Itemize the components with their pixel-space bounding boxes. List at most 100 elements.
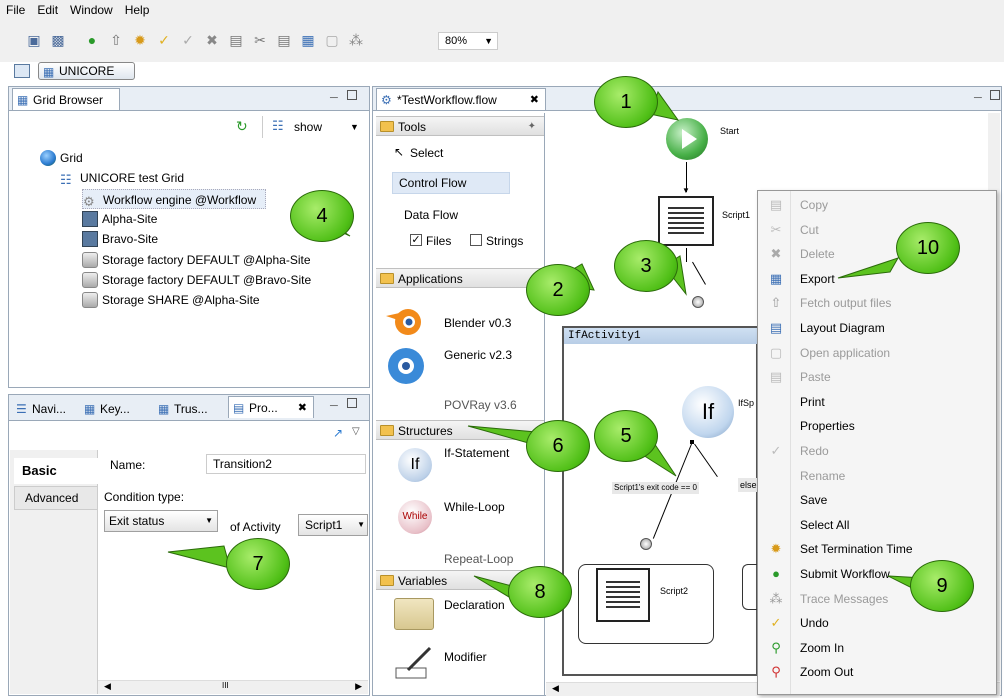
merge-node-icon[interactable] xyxy=(640,538,652,550)
palette-blender[interactable]: Blender v0.3 xyxy=(444,316,511,330)
export-icon[interactable]: ▦ xyxy=(300,32,316,48)
maximize-icon[interactable] xyxy=(990,90,1000,100)
save-all-icon[interactable]: ▩ xyxy=(50,32,66,48)
scroll-thumb[interactable]: III xyxy=(222,681,229,690)
scroll-left-icon[interactable]: ◀ xyxy=(552,683,559,694)
pin-view-icon[interactable]: ↗ xyxy=(333,426,343,440)
menu-item-undo[interactable]: ✓ Undo xyxy=(758,611,996,636)
scroll-left-icon[interactable]: ◀ xyxy=(104,681,111,692)
menu-item-properties[interactable]: Properties xyxy=(758,414,996,439)
menu-item-fetch-output[interactable]: ⇧ Fetch output files xyxy=(758,291,996,316)
view-menu-icon[interactable]: ▽ xyxy=(352,426,360,437)
palette-modifier[interactable]: Modifier xyxy=(444,650,487,664)
palette-structures-header[interactable]: Structures xyxy=(376,420,544,440)
minimize-icon[interactable]: ─ xyxy=(330,92,338,104)
merge-node-icon[interactable] xyxy=(692,296,704,308)
tree-item-workflow-engine[interactable]: ⚙ Workflow engine @Workflow xyxy=(82,189,266,209)
tree-item-alpha-site[interactable]: Alpha-Site xyxy=(82,209,157,229)
scroll-right-icon[interactable]: ▶ xyxy=(355,681,362,692)
palette-select[interactable]: ↖ Select xyxy=(394,145,443,160)
menu-item-zoom-in[interactable]: ⚲ Zoom In xyxy=(758,636,996,661)
tab-basic[interactable]: Basic xyxy=(14,458,98,484)
open-app-icon[interactable]: ▢ xyxy=(324,32,340,48)
tab-properties[interactable]: ▤ Pro... ✖ xyxy=(228,396,314,418)
palette-repeat-loop[interactable]: Repeat-Loop xyxy=(444,552,513,566)
refresh-icon[interactable]: ↻ xyxy=(236,118,248,135)
palette-generic[interactable]: Generic v2.3 xyxy=(444,348,512,362)
zoom-select[interactable]: 80% ▼ xyxy=(438,32,498,50)
palette-control-flow[interactable]: Control Flow xyxy=(392,172,510,194)
palette-povray[interactable]: POVRay v3.6 xyxy=(444,398,517,412)
tree-item-grid[interactable]: Grid xyxy=(40,148,83,168)
paste-icon[interactable]: ▤ xyxy=(276,32,292,48)
else-branch-box[interactable] xyxy=(742,564,758,610)
menu-item-layout-diagram[interactable]: ▤ Layout Diagram xyxy=(758,316,996,341)
strings-checkbox[interactable] xyxy=(470,234,482,246)
menu-item-delete[interactable]: ✖ Delete xyxy=(758,242,996,267)
tab-grid-browser[interactable]: ▦ Grid Browser xyxy=(12,88,120,110)
close-icon[interactable]: ✖ xyxy=(530,89,539,111)
tab-keystore[interactable]: ▦ Key... xyxy=(80,398,152,420)
else-label[interactable]: else xyxy=(738,478,759,492)
tree-item-storage-alpha[interactable]: Storage factory DEFAULT @Alpha-Site xyxy=(82,250,311,270)
tab-navigator[interactable]: ☰ Navi... xyxy=(12,398,78,420)
tree-item-bravo-site[interactable]: Bravo-Site xyxy=(82,229,158,249)
show-button[interactable]: show xyxy=(294,120,322,134)
tab-truststore[interactable]: ▦ Trus... xyxy=(154,398,226,420)
menu-file[interactable]: File xyxy=(0,3,31,17)
minimize-icon[interactable]: ─ xyxy=(974,92,982,104)
copy-icon[interactable]: ▤ xyxy=(228,32,244,48)
palette-data-flow[interactable]: Data Flow xyxy=(404,208,458,222)
fetch-icon[interactable]: ⇧ xyxy=(108,32,124,48)
menu-item-zoom-out[interactable]: ⚲ Zoom Out xyxy=(758,660,996,685)
cut-icon[interactable]: ✂ xyxy=(252,32,268,48)
undo-icon[interactable]: ✓ xyxy=(156,32,172,48)
activity-select[interactable]: Script1 ▼ xyxy=(298,514,368,536)
condition-label[interactable]: Script1's exit code == 0 xyxy=(612,482,699,494)
menu-item-print[interactable]: Print xyxy=(758,390,996,415)
chevron-down-icon[interactable]: ▼ xyxy=(350,122,359,132)
menu-item-set-termination-time[interactable]: ✹ Set Termination Time xyxy=(758,537,996,562)
palette-declaration[interactable]: Declaration xyxy=(444,598,505,612)
close-icon[interactable]: ✖ xyxy=(298,397,307,419)
tree-item-storage-share[interactable]: Storage SHARE @Alpha-Site xyxy=(82,290,260,310)
trace-icon[interactable]: ⁂ xyxy=(348,32,364,48)
menu-item-paste[interactable]: ▤ Paste xyxy=(758,365,996,390)
menu-item-select-all[interactable]: Select All xyxy=(758,513,996,538)
palette-tools-header[interactable]: Tools ✦ xyxy=(376,116,544,136)
perspective-unicore[interactable]: ▦ UNICORE xyxy=(38,62,135,80)
menu-item-cut[interactable]: ✂ Cut xyxy=(758,218,996,243)
redo-icon[interactable]: ✓ xyxy=(180,32,196,48)
start-node-icon[interactable] xyxy=(666,118,708,160)
menu-window[interactable]: Window xyxy=(64,3,119,17)
menu-item-export[interactable]: ▦ Export xyxy=(758,267,996,292)
submit-icon[interactable]: ● xyxy=(84,32,100,48)
menu-help[interactable]: Help xyxy=(119,3,156,17)
menu-item-save[interactable]: Save xyxy=(758,488,996,513)
menu-item-redo[interactable]: ✓ Redo xyxy=(758,439,996,464)
palette-if-statement[interactable]: If-Statement xyxy=(444,446,509,460)
pin-icon[interactable]: ✦ xyxy=(528,117,536,137)
tab-advanced[interactable]: Advanced xyxy=(14,486,98,510)
files-checkbox[interactable]: ✓ xyxy=(410,234,422,246)
tab-testworkflow[interactable]: ⚙ *TestWorkflow.flow ✖ xyxy=(376,88,546,110)
menu-edit[interactable]: Edit xyxy=(31,3,64,17)
name-field[interactable]: Transition2 xyxy=(206,454,366,474)
tree-item-storage-bravo[interactable]: Storage factory DEFAULT @Bravo-Site xyxy=(82,270,311,290)
minimize-icon[interactable]: ─ xyxy=(330,400,338,412)
condition-type-select[interactable]: Exit status ▼ xyxy=(104,510,218,532)
delete-icon[interactable]: ✖ xyxy=(204,32,220,48)
maximize-icon[interactable] xyxy=(347,90,357,100)
termination-time-icon[interactable]: ✹ xyxy=(132,32,148,48)
menu-item-open-application[interactable]: ▢ Open application xyxy=(758,341,996,366)
if-node-icon[interactable]: If xyxy=(682,386,734,438)
open-perspective-icon[interactable] xyxy=(14,64,30,78)
save-icon[interactable]: ▣ xyxy=(26,32,42,48)
palette-applications-header[interactable]: Applications xyxy=(376,268,544,288)
menu-item-copy[interactable]: ▤ Copy xyxy=(758,193,996,218)
tree-item-unicore-test-grid[interactable]: ☷ UNICORE test Grid xyxy=(60,168,184,188)
palette-while-loop[interactable]: While-Loop xyxy=(444,500,505,514)
maximize-icon[interactable] xyxy=(347,398,357,408)
menu-item-rename[interactable]: Rename xyxy=(758,464,996,489)
horizontal-scrollbar[interactable]: ◀ III ▶ xyxy=(98,680,368,694)
